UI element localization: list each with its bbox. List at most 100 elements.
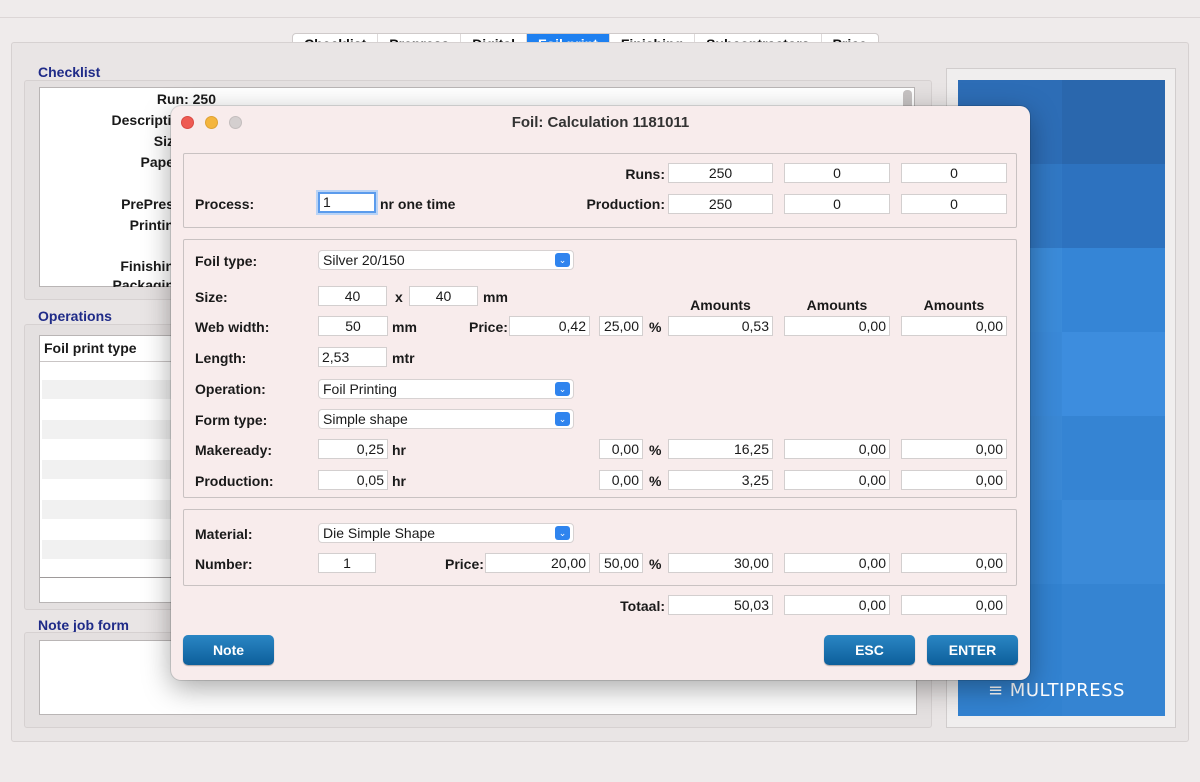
amounts-header-3: Amounts <box>923 297 985 313</box>
production-field-3[interactable]: 0 <box>901 194 1007 214</box>
total-amount-2[interactable]: 0,00 <box>784 595 890 615</box>
material-price-pct-input[interactable]: 50,00 <box>599 553 643 573</box>
total-label: Totaal: <box>620 598 665 614</box>
price-amount-3[interactable]: 0,00 <box>901 316 1007 336</box>
material-select[interactable]: Die Simple Shape ⌄ <box>318 523 574 543</box>
production-hr-label: Production: <box>195 473 274 489</box>
material-label: Material: <box>195 526 253 542</box>
production-amount-2[interactable]: 0,00 <box>784 470 890 490</box>
size-height-input[interactable]: 40 <box>409 286 478 306</box>
total-amount-1[interactable]: 50,03 <box>668 595 773 615</box>
runs-field-1[interactable]: 250 <box>668 163 773 183</box>
checklist-prepress: PrePres <box>121 196 174 212</box>
operations-title: Operations <box>38 308 112 324</box>
runs-field-3[interactable]: 0 <box>901 163 1007 183</box>
dialog-titlebar[interactable]: Foil: Calculation 1181011 <box>171 106 1030 138</box>
price-amount-2[interactable]: 0,00 <box>784 316 890 336</box>
number-label: Number: <box>195 556 253 572</box>
production-field-1[interactable]: 250 <box>668 194 773 214</box>
production-hr-unit: hr <box>392 473 406 489</box>
production-amount-1[interactable]: 3,25 <box>668 470 773 490</box>
chevron-down-icon: ⌄ <box>555 412 570 426</box>
checklist-paper: Pape <box>140 154 174 170</box>
production-hr-input[interactable]: 0,05 <box>318 470 388 490</box>
length-unit: mtr <box>392 350 415 366</box>
amounts-header-1: Amounts <box>690 297 751 313</box>
form-type-select[interactable]: Simple shape ⌄ <box>318 409 574 429</box>
chevron-down-icon: ⌄ <box>555 526 570 540</box>
price-amount-1[interactable]: 0,53 <box>668 316 773 336</box>
web-width-label: Web width: <box>195 319 270 335</box>
checklist-packaging: Packagin <box>112 278 174 287</box>
material-amount-3[interactable]: 0,00 <box>901 553 1007 573</box>
note-button[interactable]: Note <box>183 635 274 665</box>
production-label: Production: <box>586 196 665 212</box>
foil-type-value: Silver 20/150 <box>323 252 405 268</box>
runs-field-2[interactable]: 0 <box>784 163 890 183</box>
runs-label: Runs: <box>625 166 665 182</box>
foil-type-select[interactable]: Silver 20/150 ⌄ <box>318 250 574 270</box>
makeready-amount-1[interactable]: 16,25 <box>668 439 773 459</box>
process-input[interactable]: 1 <box>318 192 376 213</box>
operation-label: Operation: <box>195 381 266 397</box>
form-type-value: Simple shape <box>323 411 408 427</box>
foil-group <box>183 239 1017 498</box>
foil-type-label: Foil type: <box>195 253 258 269</box>
production-amount-3[interactable]: 0,00 <box>901 470 1007 490</box>
top-divider <box>0 17 1200 18</box>
esc-button[interactable]: ESC <box>824 635 915 665</box>
pct-sign: % <box>649 319 662 335</box>
length-label: Length: <box>195 350 247 366</box>
foil-price-label: Price: <box>469 319 508 335</box>
material-price-label: Price: <box>445 556 484 572</box>
foil-price-pct-input[interactable]: 25,00 <box>599 316 643 336</box>
size-label: Size: <box>195 289 228 305</box>
pct-sign: % <box>649 556 662 572</box>
operation-value: Foil Printing <box>323 381 397 397</box>
makeready-amount-3[interactable]: 0,00 <box>901 439 1007 459</box>
dialog-title: Foil: Calculation 1181011 <box>511 114 690 131</box>
operation-select[interactable]: Foil Printing ⌄ <box>318 379 574 399</box>
number-input[interactable]: 1 <box>318 553 376 573</box>
pct-sign: % <box>649 442 662 458</box>
web-width-unit: mm <box>392 319 417 335</box>
production-pct-input[interactable]: 0,00 <box>599 470 643 490</box>
process-group <box>183 153 1017 228</box>
checklist-title: Checklist <box>38 64 101 80</box>
makeready-unit: hr <box>392 442 406 458</box>
checklist-size: Siz <box>153 133 174 149</box>
multipress-logo: ≡ MULTIPRESS <box>988 680 1125 701</box>
foil-price-input[interactable]: 0,42 <box>509 316 590 336</box>
material-value: Die Simple Shape <box>323 525 436 541</box>
makeready-input[interactable]: 0,25 <box>318 439 388 459</box>
web-width-input[interactable]: 50 <box>318 316 388 336</box>
process-label: Process: <box>195 196 255 212</box>
makeready-pct-input[interactable]: 0,00 <box>599 439 643 459</box>
pct-sign: % <box>649 473 662 489</box>
form-type-label: Form type: <box>195 412 268 428</box>
total-amount-3[interactable]: 0,00 <box>901 595 1007 615</box>
chevron-down-icon: ⌄ <box>555 253 570 267</box>
checklist-printing: Printin <box>129 217 174 233</box>
material-amount-2[interactable]: 0,00 <box>784 553 890 573</box>
checklist-description: Descriptio <box>111 112 180 128</box>
length-input[interactable]: 2,53 <box>318 347 387 367</box>
material-amount-1[interactable]: 30,00 <box>668 553 773 573</box>
size-unit: mm <box>483 289 508 305</box>
checklist-finishing: Finishin <box>120 258 174 274</box>
foil-calculation-dialog: Foil: Calculation 1181011 Process: 1 nr … <box>171 106 1030 680</box>
size-x-label: x <box>395 289 403 305</box>
material-group <box>183 509 1017 586</box>
operations-header: Foil print type <box>44 340 137 356</box>
makeready-label: Makeready: <box>195 442 273 458</box>
note-job-form-title: Note job form <box>38 617 129 633</box>
chevron-down-icon: ⌄ <box>555 382 570 396</box>
size-width-input[interactable]: 40 <box>318 286 387 306</box>
makeready-amount-2[interactable]: 0,00 <box>784 439 890 459</box>
process-suffix: nr one time <box>380 196 456 212</box>
amounts-header-2: Amounts <box>806 297 868 313</box>
production-field-2[interactable]: 0 <box>784 194 890 214</box>
material-price-input[interactable]: 20,00 <box>485 553 590 573</box>
enter-button[interactable]: ENTER <box>927 635 1018 665</box>
checklist-run: Run: 250 <box>156 91 216 107</box>
